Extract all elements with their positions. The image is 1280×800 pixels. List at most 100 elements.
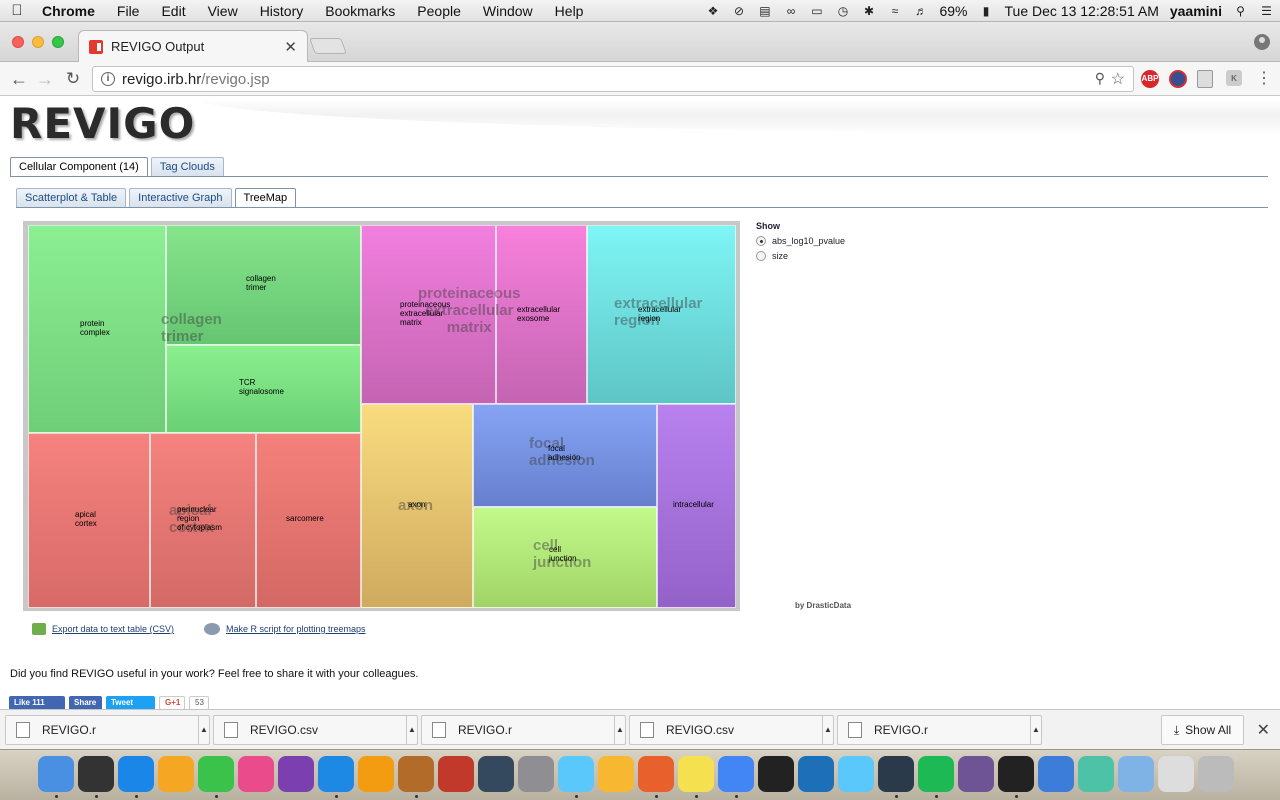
dock-github-icon[interactable] [958, 756, 994, 792]
bluetooth-icon[interactable]: ✱ [861, 4, 876, 19]
dock-firefox-icon[interactable] [638, 756, 674, 792]
dock-facetime-icon[interactable] [198, 756, 234, 792]
chevron-down-icon[interactable]: ▲ [614, 716, 625, 744]
menu-people[interactable]: People [406, 3, 472, 19]
dropbox-icon[interactable]: ❖ [705, 4, 720, 19]
do-not-disturb-icon[interactable]: ⊘ [731, 4, 746, 19]
tab-tag-clouds[interactable]: Tag Clouds [150, 157, 224, 176]
dock-stickies-icon[interactable] [678, 756, 714, 792]
download-item[interactable]: REVIGO.r ▲ [421, 715, 626, 745]
tweet-button[interactable]: Tweet [106, 696, 155, 709]
tab-cellular-component[interactable]: Cellular Component (14) [10, 157, 148, 177]
notification-center-icon[interactable]: ☰ [1259, 4, 1274, 19]
site-info-icon[interactable]: i [101, 72, 115, 86]
download-item[interactable]: REVIGO.csv ▲ [213, 715, 418, 745]
tab-close-icon[interactable]: ✕ [284, 38, 297, 56]
airplay-icon[interactable]: ▭ [809, 4, 824, 19]
chrome-menu-icon[interactable]: ⋮ [1256, 68, 1272, 88]
dock-garageband-icon[interactable] [398, 756, 434, 792]
tab-scatterplot-table[interactable]: Scatterplot & Table [16, 188, 127, 207]
menu-history[interactable]: History [249, 3, 315, 19]
k-extension-icon[interactable]: K [1226, 70, 1242, 86]
export-csv-link[interactable]: Export data to text table (CSV) [32, 623, 174, 635]
reload-icon[interactable]: ↻ [62, 68, 84, 90]
export-r-script-link[interactable]: Make R script for plotting treemaps [204, 623, 366, 635]
menu-file[interactable]: File [106, 3, 151, 19]
adblock-plus-icon[interactable]: ABP [1141, 70, 1159, 88]
dock-itunes-icon[interactable] [238, 756, 274, 792]
battery-icon[interactable]: ▮ [979, 4, 994, 19]
dock-sketch-icon[interactable] [598, 756, 634, 792]
dock-cloud-icon[interactable] [1078, 756, 1114, 792]
dock-chrome-icon[interactable] [718, 756, 754, 792]
download-item[interactable]: REVIGO.csv ▲ [629, 715, 834, 745]
profile-icon[interactable] [1254, 34, 1270, 50]
chevron-down-icon[interactable]: ▲ [198, 716, 209, 744]
dock-terminal-icon[interactable] [998, 756, 1034, 792]
dock-photo-booth-icon[interactable] [438, 756, 474, 792]
chevron-down-icon[interactable]: ▲ [1030, 716, 1041, 744]
menu-window[interactable]: Window [472, 3, 544, 19]
dock-quicktime-icon[interactable] [478, 756, 514, 792]
dock-imovie-icon[interactable] [278, 756, 314, 792]
radio-abs-log10-pvalue[interactable] [756, 236, 766, 246]
download-item[interactable]: REVIGO.r ▲ [5, 715, 210, 745]
dock-finder-icon[interactable] [38, 756, 74, 792]
dock-photos-icon[interactable] [158, 756, 194, 792]
radio-size[interactable] [756, 251, 766, 261]
dock-system-preferences-icon[interactable] [518, 756, 554, 792]
wifi-icon[interactable]: ≈ [887, 4, 902, 19]
dock-lightroom-icon[interactable] [878, 756, 914, 792]
five-icon[interactable]: ▤ [757, 4, 772, 19]
dock-screen-icon[interactable] [1038, 756, 1074, 792]
dock-ibooks-icon[interactable] [358, 756, 394, 792]
google-plus-button[interactable]: G+1 [159, 696, 185, 709]
tab-interactive-graph[interactable]: Interactive Graph [129, 188, 232, 207]
dock-poker-icon[interactable] [758, 756, 794, 792]
facebook-share-button[interactable]: Share [69, 696, 102, 709]
apple-menu-icon[interactable]:  [0, 2, 34, 19]
address-bar[interactable]: i revigo.irb.hr /revigo.jsp ⚲ ☆ [92, 66, 1134, 92]
window-close-button[interactable] [12, 36, 24, 48]
download-item[interactable]: REVIGO.r ▲ [837, 715, 1042, 745]
document-extension-icon[interactable] [1197, 70, 1213, 88]
window-zoom-button[interactable] [52, 36, 64, 48]
back-arrow-icon[interactable]: ← [8, 68, 30, 90]
menu-app-chrome[interactable]: Chrome [34, 3, 106, 19]
dock-preview-icon[interactable] [558, 756, 594, 792]
bookmark-star-icon[interactable]: ☆ [1111, 69, 1125, 89]
show-option-abs-log10-pvalue[interactable]: abs_log10_pvalue [756, 236, 845, 246]
chevron-down-icon[interactable]: ▲ [406, 716, 417, 744]
dock-folder-icon[interactable] [1118, 756, 1154, 792]
new-tab-button[interactable] [309, 38, 347, 54]
close-downloads-icon[interactable]: ✕ [1257, 720, 1270, 740]
facebook-like-button[interactable]: Like 111 [9, 696, 65, 709]
user-name[interactable]: yaamini [1170, 3, 1222, 19]
volume-icon[interactable]: ♬ [913, 4, 928, 19]
show-option-size[interactable]: size [756, 251, 845, 261]
drasticdata-credit[interactable]: by DrasticData [795, 601, 851, 610]
time-machine-icon[interactable]: ◷ [835, 4, 850, 19]
window-minimize-button[interactable] [32, 36, 44, 48]
show-all-downloads-button[interactable]: ⤓ Show All [1161, 715, 1244, 745]
spotlight-search-icon[interactable]: ⚲ [1233, 4, 1248, 19]
flag-extension-icon[interactable] [1169, 70, 1187, 88]
dock-spotify-icon[interactable] [918, 756, 954, 792]
dock-app-store-icon[interactable] [118, 756, 154, 792]
dock-trash-icon[interactable] [1198, 756, 1234, 792]
dock-word-icon[interactable] [798, 756, 834, 792]
forward-arrow-icon[interactable]: → [34, 68, 56, 90]
clock[interactable]: Tue Dec 13 12:28:51 AM [1005, 3, 1159, 19]
zoom-icon[interactable]: ⚲ [1095, 70, 1105, 87]
chevron-down-icon[interactable]: ▲ [822, 716, 833, 744]
menu-edit[interactable]: Edit [150, 3, 196, 19]
tab-treemap[interactable]: TreeMap [234, 188, 297, 208]
dock-dashboard-icon[interactable] [78, 756, 114, 792]
browser-tab-revigo[interactable]: REVIGO Output ✕ [78, 30, 308, 62]
creative-cloud-icon[interactable]: ∞ [783, 4, 798, 19]
dock-messages-icon[interactable] [838, 756, 874, 792]
menu-view[interactable]: View [197, 3, 249, 19]
revigo-logo[interactable]: REVIGO [10, 99, 195, 148]
battery-percent[interactable]: 69% [939, 3, 967, 19]
menu-help[interactable]: Help [544, 3, 595, 19]
